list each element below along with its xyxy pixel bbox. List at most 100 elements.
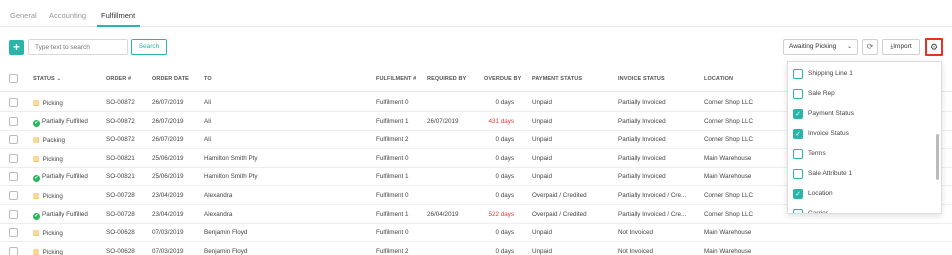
row-checkbox[interactable] [9,209,18,219]
column-option[interactable]: Sale Attribute 1 [793,164,933,184]
row-payment-status: Overpaid / Credited [532,192,587,199]
checkbox[interactable] [793,149,803,159]
tab-general[interactable]: General [10,11,37,20]
add-button[interactable]: + [9,40,24,55]
column-option[interactable]: Carrier [793,204,933,213]
status-text: Partially Fulfilled [42,117,88,125]
row-checkbox[interactable] [9,191,18,200]
sort-icon: ⌄ [56,76,62,82]
status-text: Partially Fulfilled [42,210,88,218]
table-row[interactable]: ▥ Picking SO-00628 07/03/2019 Benjamin Floyd… [0,224,952,243]
col-order[interactable]: ORDER # [106,76,131,82]
column-option[interactable]: Sale Rep [793,84,933,104]
status-text: Picking [42,230,63,238]
row-checkbox[interactable] [9,172,18,182]
row-overdue-by: 0 days [495,154,514,162]
refresh-button[interactable]: ⟳ [862,39,878,55]
status-text: Picking [42,193,63,200]
row-order-date: 07/03/2019 [152,229,184,237]
col-invoice-status[interactable]: INVOICE STATUS [618,76,665,82]
column-option-label: Payment Status [808,110,854,117]
row-checkbox[interactable] [9,246,18,255]
row-payment-status: Unpaid [532,247,552,255]
row-fulfilment: Fulfilment 0 [376,229,409,237]
dropdown-scrollbar[interactable] [936,134,939,180]
search-button[interactable]: Search [131,39,167,55]
column-option[interactable]: ✓ Location [793,184,933,204]
tab-accounting[interactable]: Accounting [49,11,86,20]
row-payment-status: Unpaid [532,229,552,237]
row-checkbox[interactable] [9,98,18,107]
row-order-date: 23/04/2019 [152,210,184,218]
row-checkbox[interactable] [9,153,18,163]
row-overdue-by: 431 days [488,117,514,125]
row-invoice-status: Partially Invoiced [618,136,666,144]
row-status: ✔ Partially Fulfilled [33,211,88,220]
row-checkbox[interactable] [9,135,18,145]
tab-bar: General Accounting Fulfillment [0,0,952,27]
col-payment-status[interactable]: PAYMENT STATUS [532,76,582,82]
import-button[interactable]: ⤓Import [882,39,920,55]
row-payment-status: Unpaid [532,136,552,144]
column-option-label: Terms [808,150,826,157]
picking-icon: ▥ [33,230,40,238]
tab-fulfillment[interactable]: Fulfillment [101,11,135,20]
row-fulfilment: Fulfilment 0 [376,192,409,199]
checkbox-checked[interactable]: ✓ [793,129,803,139]
checkbox-checked[interactable]: ✓ [793,109,803,119]
row-checkbox[interactable] [9,116,18,126]
col-status[interactable]: STATUS ⌄ [33,76,61,82]
select-all-checkbox[interactable] [9,74,18,83]
row-order[interactable]: SO-00628 [106,248,135,255]
row-order-date: 26/07/2019 [152,136,184,144]
row-order[interactable]: SO-00821 [106,173,135,180]
checkbox[interactable] [793,69,803,79]
row-status: ✔ Partially Fulfilled [33,118,88,127]
table-row[interactable]: ▥ Picking SO-00628 07/03/2019 Benjamin Floyd… [0,243,952,255]
row-order[interactable]: SO-00728 [106,211,135,218]
chevron-down-icon: ⌄ [846,44,852,50]
row-order[interactable]: SO-00728 [106,192,135,199]
row-to: Benjamin Floyd [204,229,248,237]
checkbox[interactable] [793,169,803,179]
row-fulfilment: Fulfilment 1 [376,117,409,125]
column-option[interactable]: Shipping Line 1 [793,64,933,84]
row-order[interactable]: SO-00872 [106,118,135,125]
col-location[interactable]: LOCATION [704,76,733,82]
row-fulfilment: Fulfilment 2 [376,247,409,255]
row-location: Corner Shop LLC [704,99,754,106]
row-to: Ali [204,117,211,125]
row-invoice-status: Partially Invoiced [618,154,666,162]
row-checkbox[interactable] [9,228,18,238]
picking-icon: ▥ [33,100,40,107]
row-location: Corner Shop LLC [704,136,754,144]
col-required-by[interactable]: REQUIRED BY [427,76,466,82]
col-overdue-by[interactable]: OVERDUE BY [484,76,521,82]
row-order[interactable]: SO-00872 [106,136,135,143]
row-invoice-status: Not Invoiced [618,229,654,237]
status-filter-value: Awaiting Picking [789,43,837,50]
column-option[interactable]: ✓ Invoice Status [793,124,933,144]
search-input[interactable] [28,39,128,55]
column-settings-button[interactable]: ⚙ [925,38,943,56]
row-order[interactable]: SO-00872 [106,99,135,106]
row-status: ▥ Picking [33,248,63,255]
row-to: Ali [204,136,211,144]
row-order-date: 23/04/2019 [152,192,184,199]
status-filter-select[interactable]: Awaiting Picking ⌄ [783,39,858,55]
checkbox[interactable] [793,209,803,213]
col-to[interactable]: TO [204,76,212,82]
column-option[interactable]: ✓ Payment Status [793,104,933,124]
packing-icon: ▤ [33,137,40,145]
column-option[interactable]: Terms [793,144,933,164]
column-option-label: Sale Attribute 1 [808,170,853,177]
col-order-date[interactable]: ORDER DATE [152,76,189,82]
checkbox[interactable] [793,89,803,99]
row-order[interactable]: SO-00821 [106,155,135,162]
checkbox-checked[interactable]: ✓ [793,189,803,199]
row-order[interactable]: SO-00628 [106,229,135,236]
row-location: Main Warehouse [704,247,752,255]
row-invoice-status: Partially Invoiced [618,99,666,106]
active-tab-indicator [97,25,140,27]
col-fulfilment[interactable]: FULFILMENT # [376,76,416,82]
